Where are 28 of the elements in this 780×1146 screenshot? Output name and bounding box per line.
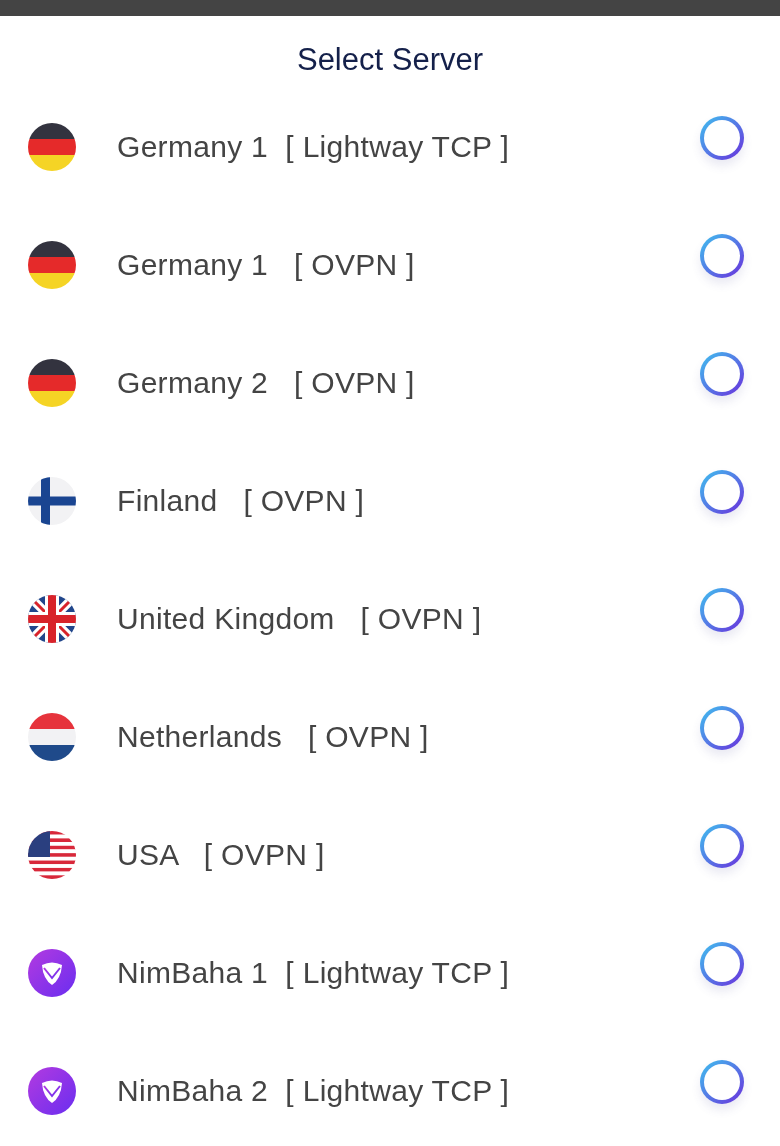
server-name[interactable]: Germany 1 [ Lightway TCP ] <box>117 130 700 164</box>
flag-icon <box>28 595 76 643</box>
flag-icon <box>28 477 76 525</box>
shield-logo-icon <box>28 1067 76 1115</box>
radio-button[interactable] <box>700 942 744 986</box>
server-name[interactable]: NimBaha 2 [ Lightway TCP ] <box>117 1074 700 1108</box>
radio-button[interactable] <box>700 234 744 278</box>
screen-title: Select Server <box>295 41 485 79</box>
radio-button[interactable] <box>700 352 744 396</box>
server-name[interactable]: USA [ OVPN ] <box>117 838 700 872</box>
flag-icon <box>28 241 76 289</box>
flag-icon <box>28 713 76 761</box>
radio-button[interactable] <box>700 588 744 632</box>
server-name[interactable]: United Kingdom [ OVPN ] <box>117 602 700 636</box>
server-name[interactable]: Germany 1 [ OVPN ] <box>117 248 700 282</box>
shield-logo-icon <box>28 949 76 997</box>
radio-button[interactable] <box>700 706 744 750</box>
flag-icon <box>28 831 76 879</box>
flag-icon <box>28 359 76 407</box>
radio-button[interactable] <box>700 824 744 868</box>
flag-icon <box>28 123 76 171</box>
server-name[interactable]: Finland [ OVPN ] <box>117 484 700 518</box>
server-name[interactable]: NimBaha 1 [ Lightway TCP ] <box>117 956 700 990</box>
server-name[interactable]: Germany 2 [ OVPN ] <box>117 366 700 400</box>
radio-button[interactable] <box>700 470 744 514</box>
server-name[interactable]: Netherlands [ OVPN ] <box>117 720 700 754</box>
radio-button[interactable] <box>700 116 744 160</box>
radio-button[interactable] <box>700 1060 744 1104</box>
